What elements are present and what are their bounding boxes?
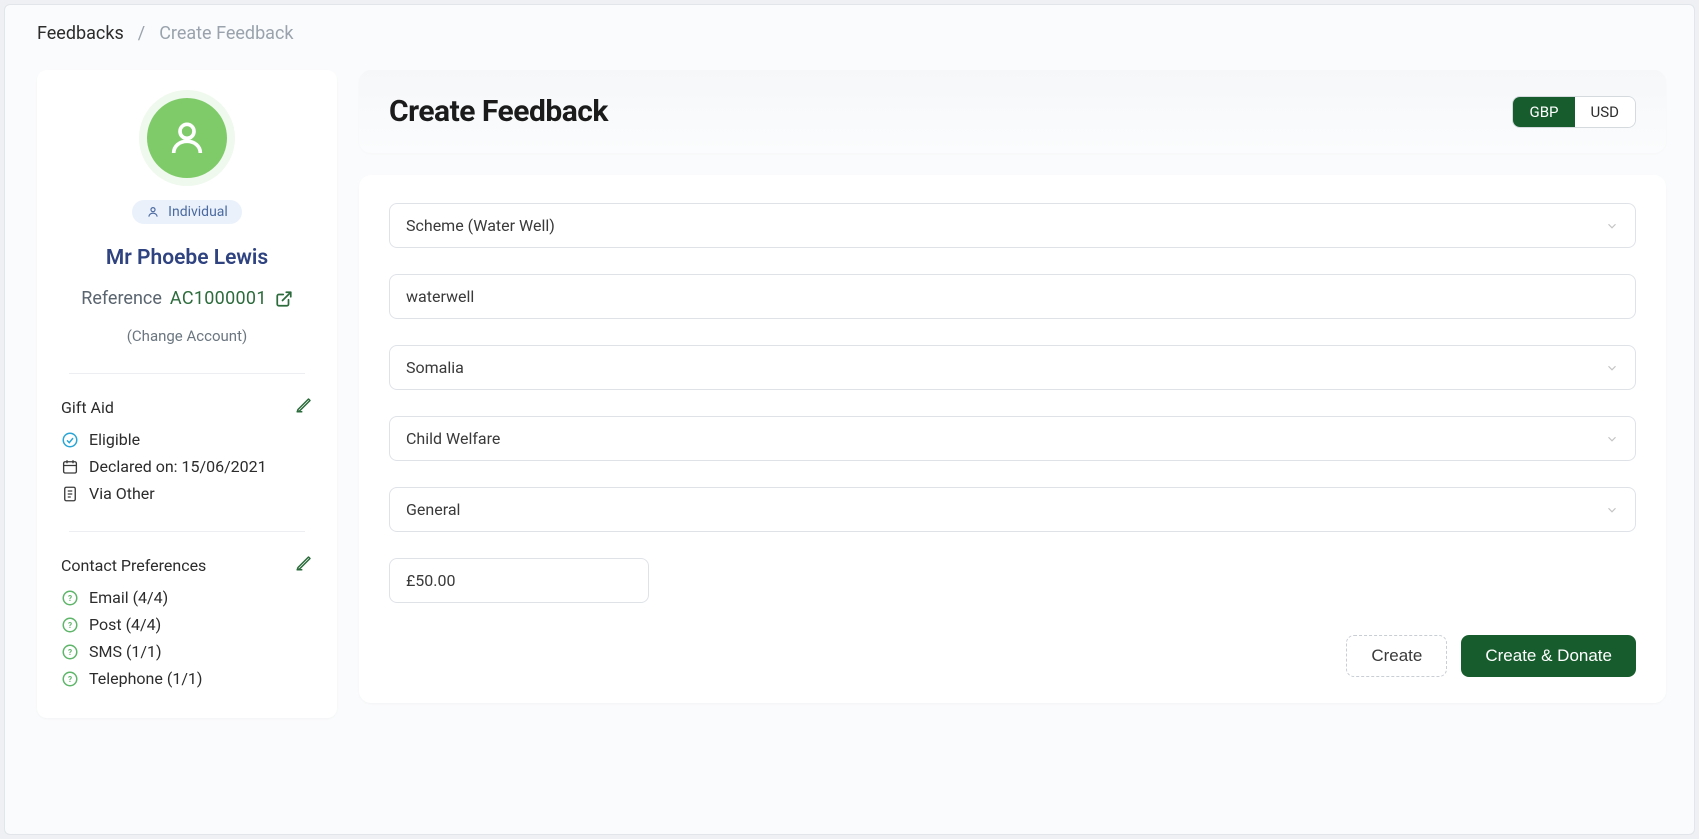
profile-name: Mr Phoebe Lewis <box>61 246 313 270</box>
check-circle-icon <box>61 431 79 449</box>
type-value: General <box>406 500 460 519</box>
help-circle-icon: ? <box>61 643 79 661</box>
form-card: Scheme (Water Well) waterwell Somalia Ch… <box>359 175 1666 703</box>
currency-option-gbp[interactable]: GBP <box>1513 97 1574 127</box>
contactpref-item: Email (4/4) <box>89 588 168 607</box>
breadcrumb: Feedbacks / Create Feedback <box>5 5 1694 54</box>
svg-text:?: ? <box>68 621 72 631</box>
country-select[interactable]: Somalia <box>389 345 1636 390</box>
giftaid-declared: Declared on: 15/06/2021 <box>89 457 267 476</box>
reference-label: Reference <box>81 288 162 309</box>
giftaid-edit-button[interactable] <box>295 396 313 418</box>
divider <box>69 531 305 532</box>
scheme-select[interactable]: Scheme (Water Well) <box>389 203 1636 248</box>
person-small-icon <box>146 205 160 219</box>
page-title: Create Feedback <box>389 94 608 129</box>
page-header: Create Feedback GBP USD <box>359 70 1666 153</box>
svg-text:?: ? <box>68 648 72 658</box>
change-account-link[interactable]: (Change Account) <box>61 327 313 345</box>
pencil-icon <box>295 554 313 572</box>
svg-text:?: ? <box>68 594 72 604</box>
pencil-icon <box>295 396 313 414</box>
amount-value: £50.00 <box>406 571 456 590</box>
account-type-label: Individual <box>168 204 228 220</box>
doc-icon <box>61 485 79 503</box>
contactpref-item: SMS (1/1) <box>89 642 162 661</box>
calendar-icon <box>61 458 79 476</box>
divider <box>69 373 305 374</box>
country-value: Somalia <box>406 358 464 377</box>
person-icon <box>167 118 207 158</box>
category-value: Child Welfare <box>406 429 500 448</box>
breadcrumb-root[interactable]: Feedbacks <box>37 23 124 44</box>
help-circle-icon: ? <box>61 616 79 634</box>
scheme-value: Scheme (Water Well) <box>406 216 555 235</box>
currency-option-usd[interactable]: USD <box>1575 97 1635 127</box>
contactpref-item: Post (4/4) <box>89 615 161 634</box>
breadcrumb-separator: / <box>138 23 145 44</box>
help-circle-icon: ? <box>61 670 79 688</box>
external-link-icon[interactable] <box>275 290 293 308</box>
amount-input[interactable]: £50.00 <box>389 558 649 603</box>
name-input[interactable]: waterwell <box>389 274 1636 319</box>
type-select[interactable]: General <box>389 487 1636 532</box>
contactprefs-title: Contact Preferences <box>61 556 206 575</box>
contactpref-item: Telephone (1/1) <box>89 669 202 688</box>
giftaid-eligible: Eligible <box>89 430 140 449</box>
giftaid-via: Via Other <box>89 484 155 503</box>
account-type-badge: Individual <box>132 200 242 224</box>
giftaid-title: Gift Aid <box>61 398 114 417</box>
help-circle-icon: ? <box>61 589 79 607</box>
create-donate-button[interactable]: Create & Donate <box>1461 635 1636 677</box>
profile-sidebar: Individual Mr Phoebe Lewis Reference AC1… <box>37 70 337 718</box>
chevron-down-icon <box>1605 503 1619 517</box>
currency-toggle[interactable]: GBP USD <box>1512 96 1636 128</box>
chevron-down-icon <box>1605 432 1619 446</box>
chevron-down-icon <box>1605 361 1619 375</box>
category-select[interactable]: Child Welfare <box>389 416 1636 461</box>
contactprefs-edit-button[interactable] <box>295 554 313 576</box>
chevron-down-icon <box>1605 219 1619 233</box>
breadcrumb-current: Create Feedback <box>159 23 293 44</box>
create-button[interactable]: Create <box>1346 635 1447 677</box>
reference-value: AC1000001 <box>170 288 267 309</box>
avatar <box>147 98 227 178</box>
svg-text:?: ? <box>68 675 72 685</box>
name-input-value: waterwell <box>406 287 474 306</box>
